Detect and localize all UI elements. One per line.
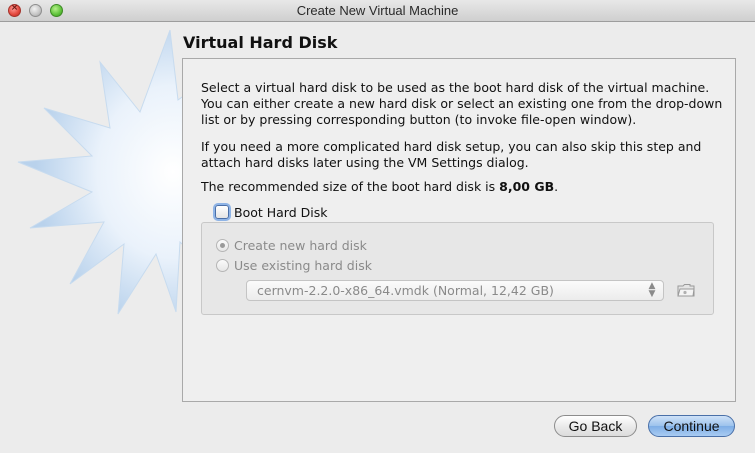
skip-paragraph: If you need a more complicated hard disk…: [201, 139, 702, 170]
boot-hard-disk-checkbox[interactable]: [215, 205, 229, 219]
existing-disk-select[interactable]: cernvm-2.2.0-x86_64.vmdk (Normal, 12,42 …: [246, 280, 664, 301]
recommended-size-value: 8,00 GB: [499, 179, 555, 194]
go-back-button[interactable]: Go Back: [554, 415, 637, 437]
existing-disk-select-value: cernvm-2.2.0-x86_64.vmdk (Normal, 12,42 …: [257, 283, 554, 298]
use-existing-disk-option[interactable]: Use existing hard disk: [216, 256, 372, 274]
dialog-window: × Create New Virtual Machine Virtual Har…: [0, 0, 755, 453]
create-new-disk-label[interactable]: Create new hard disk: [234, 238, 367, 253]
open-folder-icon[interactable]: [676, 280, 696, 300]
content-panel: Select a virtual hard disk to be used as…: [182, 58, 736, 402]
create-new-disk-radio[interactable]: [216, 238, 229, 252]
intro-paragraph: Select a virtual hard disk to be used as…: [201, 80, 723, 127]
boot-hard-disk-checkbox-row[interactable]: Boot Hard Disk: [215, 203, 327, 221]
page-title: Virtual Hard Disk: [183, 33, 338, 52]
create-new-disk-option[interactable]: Create new hard disk: [216, 236, 367, 254]
continue-button[interactable]: Continue: [648, 415, 735, 437]
use-existing-disk-label[interactable]: Use existing hard disk: [234, 258, 372, 273]
recommended-size-text: The recommended size of the boot hard di…: [201, 179, 731, 195]
use-existing-disk-radio[interactable]: [216, 258, 229, 272]
chevron-up-down-icon: ▲ ▼: [648, 281, 656, 299]
starburst-icon: [17, 29, 200, 315]
boot-hard-disk-label[interactable]: Boot Hard Disk: [234, 205, 327, 220]
recommended-suffix: .: [554, 179, 559, 194]
recommended-prefix: The recommended size of the boot hard di…: [201, 179, 500, 194]
title-bar: × Create New Virtual Machine: [0, 0, 755, 22]
window-title: Create New Virtual Machine: [296, 3, 459, 18]
disk-options-group: Create new hard disk Use existing hard d…: [201, 222, 714, 315]
